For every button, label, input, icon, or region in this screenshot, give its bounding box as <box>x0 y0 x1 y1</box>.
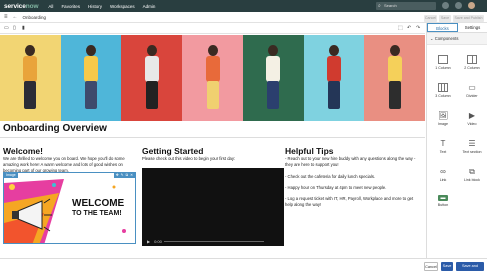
jumping-person-image <box>23 45 38 113</box>
hero-panel-5 <box>242 35 304 121</box>
sidebar-tabs: Blocks Settings <box>427 23 487 33</box>
cancel-button[interactable]: Cancel <box>424 262 438 271</box>
user-avatar[interactable] <box>468 2 475 9</box>
global-search-input[interactable]: ⌕ Search <box>376 2 436 10</box>
page-toolbar: ≡ ← Onboarding <box>0 12 487 23</box>
select-tool-icon[interactable]: ⬚ <box>398 25 403 31</box>
component-link-block[interactable]: ⧉ Link block <box>459 167 485 182</box>
jumping-person-image <box>205 45 220 113</box>
undo-icon[interactable]: ↶ <box>407 25 411 31</box>
components-section-header[interactable]: ⌄ Components <box>427 33 487 45</box>
nav-all[interactable]: All <box>48 4 53 9</box>
footer-action-bar: Cancel Save Save and Publish <box>0 258 487 277</box>
back-arrow-icon[interactable]: ← <box>13 14 18 20</box>
tab-blocks[interactable]: Blocks <box>427 23 458 32</box>
tip-2: - Check out the cafeteria for daily lunc… <box>285 174 376 179</box>
top-right-icons <box>442 2 475 9</box>
tip-3: - Happy hour on Thursday at 4pm to meet … <box>285 185 387 190</box>
component-video[interactable]: ▶ Video <box>459 111 485 126</box>
getting-started-text: Please check out this video to begin you… <box>142 156 236 161</box>
getting-started-heading: Getting Started <box>142 146 204 156</box>
component-text-section[interactable]: ☰ Text section <box>459 139 485 154</box>
link-block-icon: ⧉ <box>469 167 475 176</box>
nav-favorites[interactable]: Favorites <box>61 4 80 9</box>
menu-icon[interactable]: ≡ <box>4 14 8 20</box>
component-2-column[interactable]: 2 Column <box>459 55 485 70</box>
search-icon: ⌕ <box>378 3 381 9</box>
editor-toolbar: ▭ ▯ ▮ ⬚ ↶ ↷ <box>0 23 425 34</box>
save-and-publish-button[interactable]: Save and Publish <box>456 262 484 277</box>
two-column-icon <box>467 55 477 64</box>
hero-panel-6 <box>303 35 365 121</box>
divider <box>0 137 425 138</box>
component-link[interactable]: ∞ Link <box>430 167 456 182</box>
hero-panel-7 <box>364 35 426 121</box>
jumping-person-image <box>326 45 341 113</box>
servicenow-logo[interactable]: servicenow <box>4 3 39 10</box>
top-navigation-bar: servicenow All Favorites History Workspa… <box>0 0 487 12</box>
video-time: 0:00 <box>154 238 162 244</box>
image-team-text: TO THE TEAM! <box>72 210 122 217</box>
video-icon: ▶ <box>468 111 476 120</box>
component-image[interactable]: 🖼 Image <box>430 111 456 126</box>
image-icon: 🖼 <box>438 111 449 120</box>
component-divider[interactable]: ▭ Divider <box>459 83 485 98</box>
nav-admin[interactable]: Admin <box>143 4 156 9</box>
hero-panel-4 <box>182 35 243 121</box>
welcome-image[interactable]: Image ✥ ✎ ⧉ ✕ WELCOME TO THE TEAM! <box>3 172 136 244</box>
toolbar-save-button[interactable]: Save <box>439 14 451 22</box>
image-welcome-text: WELCOME <box>72 198 125 209</box>
page-title: Onboarding Overview <box>3 123 107 134</box>
three-column-icon <box>438 83 448 92</box>
play-icon[interactable]: ▶ <box>147 239 150 244</box>
jumping-person-image <box>387 45 402 113</box>
tip-4: - Log a request ticket with IT, HR, Payr… <box>285 196 414 207</box>
component-text[interactable]: T Text <box>430 139 456 154</box>
jumping-person-image <box>144 45 159 113</box>
jumping-person-image <box>84 45 99 113</box>
tablet-view-icon[interactable]: ▯ <box>13 25 16 31</box>
text-section-icon: ☰ <box>468 139 476 148</box>
nav-history[interactable]: History <box>88 4 102 9</box>
hero-panel-1 <box>0 35 61 121</box>
component-button[interactable]: ▬ Button <box>430 195 456 207</box>
builder-sidebar: Blocks Settings ⌄ Components 1 Column 2 … <box>426 23 487 258</box>
hero-image-banner <box>0 35 426 121</box>
save-button[interactable]: Save <box>441 262 453 271</box>
link-icon: ∞ <box>440 167 446 176</box>
page-name: Onboarding <box>22 14 47 20</box>
video-player[interactable]: ▶ 0:00 <box>142 168 284 246</box>
video-progress-bar[interactable] <box>164 240 264 242</box>
desktop-view-icon[interactable]: ▭ <box>4 25 9 31</box>
hero-panel-2 <box>60 35 122 121</box>
hero-panel-3 <box>121 35 183 121</box>
tip-1: - Reach out to your new hire buddy with … <box>285 156 416 167</box>
helpful-tips-heading: Helpful Tips <box>285 146 334 156</box>
welcome-heading: Welcome! <box>3 146 43 156</box>
text-icon: T <box>440 139 446 148</box>
nav-workspaces[interactable]: Workspaces <box>110 4 135 9</box>
one-column-icon <box>438 55 448 64</box>
component-3-column[interactable]: 3 Column <box>430 83 456 98</box>
tab-settings[interactable]: Settings <box>458 23 487 32</box>
toolbar-save-publish-button[interactable]: Save and Publish <box>453 14 484 22</box>
help-icon[interactable] <box>442 2 449 9</box>
toolbar-cancel-button[interactable]: Cancel <box>424 14 437 22</box>
notifications-icon[interactable] <box>455 2 462 9</box>
button-icon: ▬ <box>438 195 448 201</box>
redo-icon[interactable]: ↷ <box>416 25 420 31</box>
divider-icon: ▭ <box>468 83 476 92</box>
component-1-column[interactable]: 1 Column <box>430 55 456 70</box>
jumping-person-image <box>266 45 281 113</box>
mobile-view-icon[interactable]: ▮ <box>22 25 25 31</box>
